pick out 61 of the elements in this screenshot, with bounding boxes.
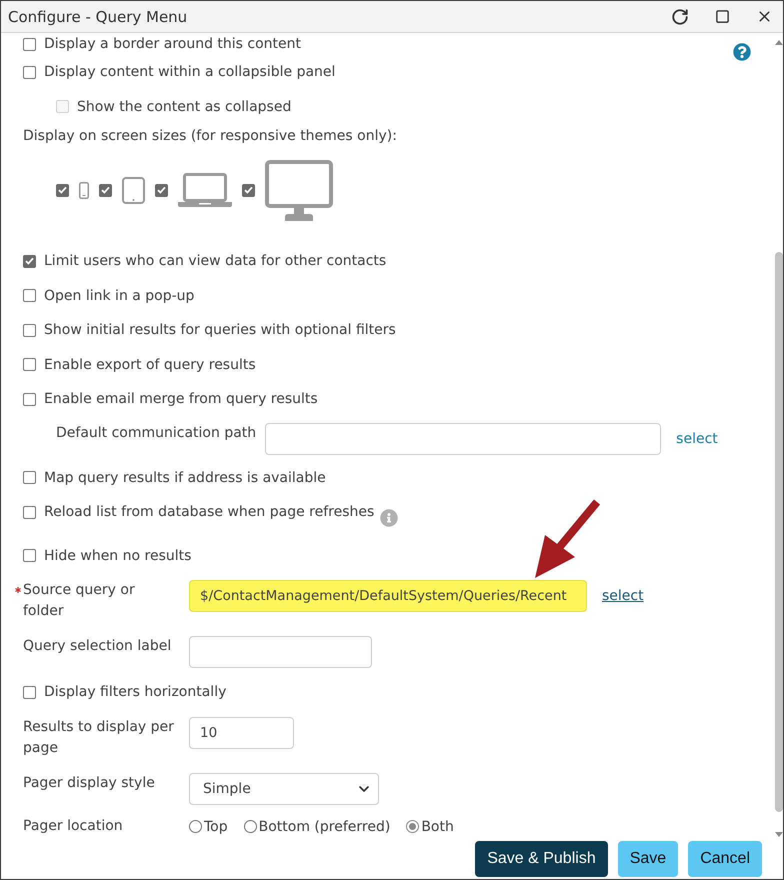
checkbox[interactable]	[242, 184, 255, 196]
footer-button[interactable]: Save & Publish	[475, 841, 608, 877]
checkbox[interactable]	[23, 506, 36, 519]
scroll-down-icon[interactable]	[774, 832, 782, 837]
tablet-icon	[122, 176, 145, 204]
checkbox[interactable]	[99, 184, 112, 196]
checkbox[interactable]	[23, 471, 36, 484]
laptop-icon	[178, 173, 232, 207]
scroll-up-icon[interactable]	[774, 40, 782, 45]
phone-icon	[79, 182, 89, 198]
checkbox-label: Hide when no results	[44, 546, 192, 566]
footer-button[interactable]: Save	[618, 841, 678, 877]
select-link[interactable]: select	[676, 422, 718, 454]
checkbox-label: Open link in a pop-up	[44, 286, 194, 306]
checkbox-label: Limit users who can view data for other contacts	[44, 252, 386, 272]
field-label: Pager display style	[23, 774, 156, 792]
checkbox[interactable]	[23, 254, 36, 268]
section-heading: Display on screen sizes (for responsive themes only):	[23, 127, 398, 146]
checkbox[interactable]	[23, 686, 36, 699]
input-field[interactable]	[265, 422, 662, 454]
checkbox-label: Enable export of query results	[44, 356, 256, 375]
checkbox-label: Show the content as collapsed	[77, 98, 292, 117]
checkbox[interactable]	[56, 184, 69, 196]
input-field[interactable]: $/ContactManagement/DefaultSystem/Queries/Recent	[189, 580, 587, 612]
radio-label: Bottom (preferred)	[258, 818, 390, 834]
monitor-icon	[265, 160, 333, 220]
field-label: Pager location	[23, 817, 124, 836]
refresh-icon[interactable]	[671, 8, 689, 26]
input-field[interactable]: 10	[189, 716, 294, 748]
select-link[interactable]: select	[602, 580, 644, 612]
field-label: Default communication path	[56, 424, 256, 442]
radio-button[interactable]	[406, 820, 420, 833]
field-label: Results to display per page	[23, 718, 175, 758]
maximize-icon[interactable]	[715, 9, 730, 24]
radio-button[interactable]	[244, 820, 257, 833]
checkbox-label: Display a border around this content	[44, 35, 302, 54]
scrollbar-thumb[interactable]	[774, 252, 782, 812]
checkbox[interactable]	[23, 38, 36, 50]
input-field[interactable]	[189, 636, 372, 668]
checkbox-label: Map query results if address is available	[44, 468, 326, 488]
field-label: Query selection label	[23, 637, 172, 656]
help-icon[interactable]	[733, 43, 751, 61]
checkbox[interactable]	[155, 184, 168, 196]
footer-button[interactable]: Cancel	[688, 841, 762, 877]
radio-label: Top	[204, 818, 228, 834]
dropdown[interactable]: Simple	[189, 772, 379, 804]
checkbox[interactable]	[23, 392, 36, 406]
checkbox[interactable]	[23, 289, 36, 302]
checkbox[interactable]	[23, 66, 36, 79]
radio-button[interactable]	[189, 820, 202, 833]
checkbox[interactable]	[23, 324, 36, 337]
checkbox[interactable]	[23, 549, 36, 562]
checkbox[interactable]	[23, 358, 36, 372]
checkbox-label: Enable email merge from query results	[44, 390, 318, 410]
field-label: Source query or folder	[23, 581, 136, 621]
checkbox-label: Show initial results for queries with optional filters	[44, 321, 396, 340]
window-title: Configure - Query Menu	[8, 8, 188, 26]
checkbox-label: Display content within a collapsible panel	[44, 63, 336, 82]
checkbox-label: Display filters horizontally	[44, 683, 226, 702]
checkbox-label: Reload list from database when page refreshes	[44, 503, 374, 522]
radio-label: Both	[421, 818, 454, 834]
